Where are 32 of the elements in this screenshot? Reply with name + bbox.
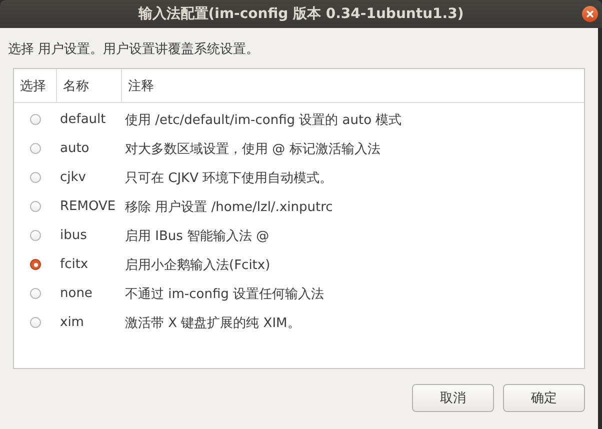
close-icon[interactable] — [582, 6, 598, 22]
table-cell-text: 只可在 CJKV 环境下使用自动模式。 — [124, 170, 334, 186]
radio-button[interactable] — [30, 230, 41, 241]
table-cell-text: 不通过 im-config 设置任何输入法 — [124, 286, 326, 302]
table-cell-text: cjkv — [59, 170, 87, 185]
table-cell-text: none — [59, 286, 94, 301]
ok-button[interactable]: 确定 — [503, 384, 585, 412]
column-header[interactable]: 注释 — [122, 69, 584, 102]
column-header[interactable]: 选择 — [14, 69, 57, 102]
table-cell-text: xim — [59, 315, 85, 330]
cancel-button[interactable]: 取消 — [412, 384, 494, 412]
radio-button[interactable] — [30, 201, 41, 212]
instruction-text: 选择 用户设置。用户设置讲覆盖系统设置。 — [8, 41, 260, 59]
radio-button[interactable] — [30, 259, 41, 270]
table-cell-text: 对大多数区域设置，使用 @ 标记激活输入法 — [124, 140, 382, 158]
table-cell-text: 启用小企鹅输入法(Fcitx) — [124, 256, 272, 274]
column-header[interactable]: 名称 — [57, 69, 122, 102]
radio-button[interactable] — [30, 172, 41, 183]
radio-button[interactable] — [30, 143, 41, 154]
radio-button[interactable] — [30, 114, 41, 125]
table-cell-text: REMOVE — [59, 199, 117, 214]
table-cell-text: auto — [59, 141, 90, 156]
table-cell-text: 使用 /etc/default/im-config 设置的 auto 模式 — [124, 112, 403, 128]
table-cell-text: 激活带 X 键盘扩展的纯 XIM。 — [124, 314, 302, 332]
window-title: 输入法配置(im-config 版本 0.34-1ubuntu1.3) — [138, 5, 464, 23]
table-cell-text: 启用 IBus 智能输入法 @ — [124, 228, 270, 244]
table-cell-text: fcitx — [59, 257, 90, 272]
radio-button[interactable] — [30, 288, 41, 299]
table-cell-text: default — [59, 112, 107, 127]
table-cell-text: 移除 用户设置 /home/lzl/.xinputrc — [124, 198, 334, 216]
radio-button[interactable] — [30, 317, 41, 328]
table-cell-text: ibus — [59, 228, 88, 243]
